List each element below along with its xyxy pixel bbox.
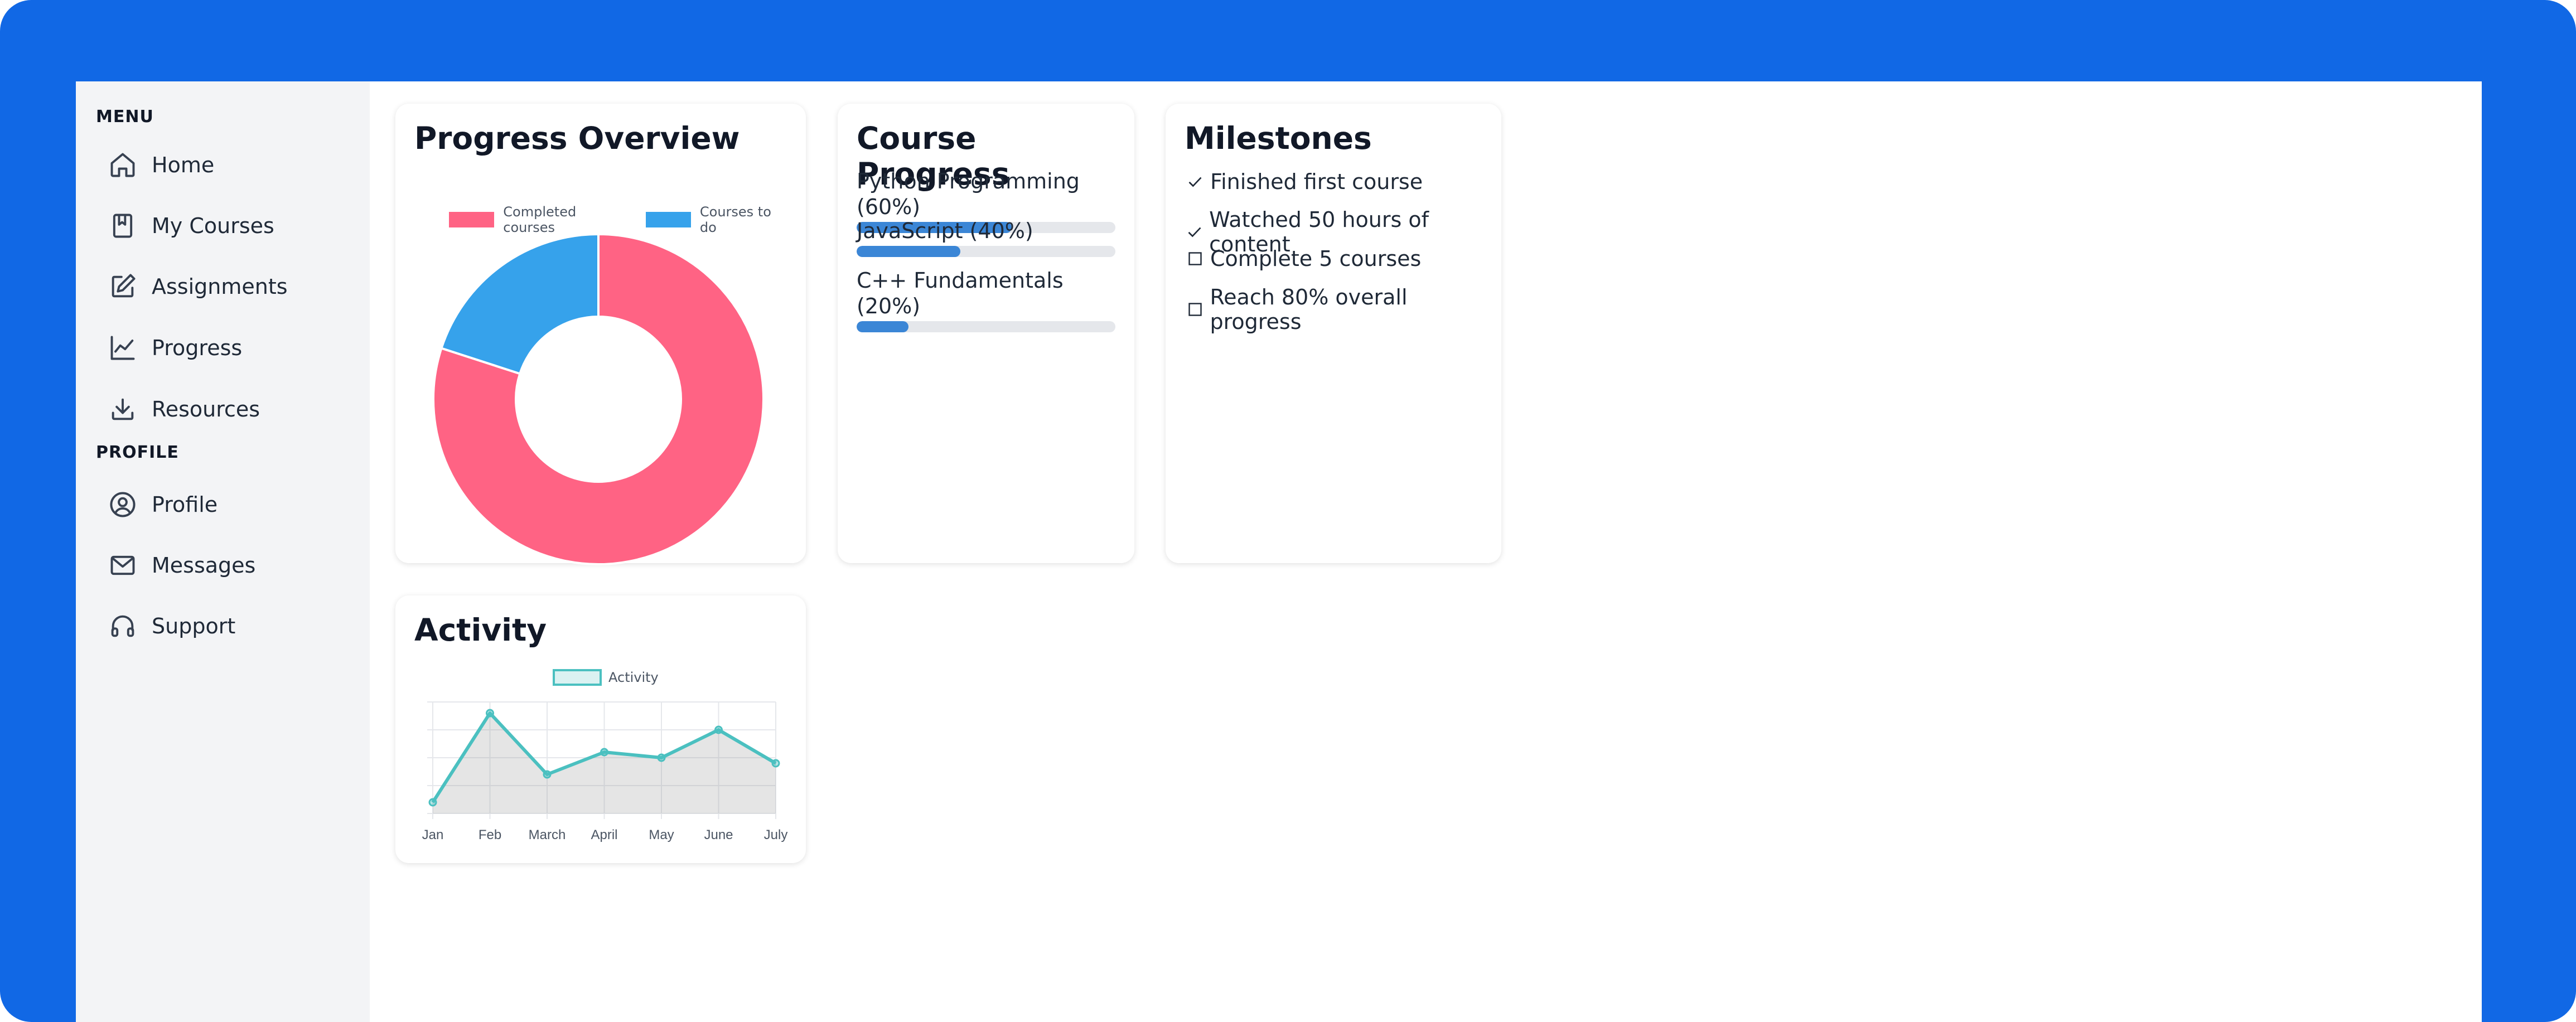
- x-tick-label: Feb: [479, 827, 501, 842]
- app-frame: MENU Home My Courses Assignments Progres…: [0, 0, 2576, 1022]
- x-tick-label: July: [764, 827, 788, 842]
- activity-card: Activity Activity Jan Feb March April May Jun…: [395, 595, 806, 863]
- sidebar-item-resources[interactable]: Resources: [108, 387, 354, 432]
- app-window: MENU Home My Courses Assignments Progres…: [76, 81, 2482, 1022]
- sidebar-item-label: Home: [152, 153, 215, 177]
- sidebar-item-progress[interactable]: Progress: [108, 326, 354, 370]
- course-row-javascript: JavaScript (40%): [857, 218, 1115, 257]
- activity-point[interactable]: [657, 753, 666, 762]
- sidebar: MENU Home My Courses Assignments Progres…: [76, 81, 370, 1022]
- progress-bar: [857, 321, 1115, 332]
- course-row-cpp: C++ Fundamentals (20%): [857, 268, 1115, 332]
- activity-point[interactable]: [771, 759, 780, 768]
- sidebar-item-home[interactable]: Home: [108, 143, 354, 187]
- activity-legend: Activity: [553, 669, 673, 686]
- milestone-text: Reach 80% overall progress: [1210, 285, 1408, 334]
- milestones-title: Milestones: [1185, 120, 1372, 156]
- check-icon: [1185, 171, 1206, 192]
- sidebar-item-label: Resources: [152, 397, 260, 422]
- sidebar-item-profile[interactable]: Profile: [108, 482, 354, 527]
- sidebar-item-label: Profile: [152, 492, 218, 517]
- milestone-item: Finished first course: [1185, 169, 1423, 194]
- activity-point[interactable]: [486, 709, 494, 718]
- book-icon: [108, 211, 137, 240]
- activity-point[interactable]: [714, 725, 723, 734]
- home-icon: [108, 151, 137, 180]
- legend-label-todo: Courses to do: [699, 204, 771, 235]
- x-tick-label: March: [529, 827, 566, 842]
- milestones-card: Milestones Finished first course Watched…: [1166, 104, 1501, 563]
- x-tick-label: May: [649, 827, 674, 842]
- legend-swatch-todo: [645, 212, 691, 227]
- headphones-icon: [108, 612, 137, 641]
- sidebar-item-label: Messages: [152, 553, 256, 578]
- sidebar-item-label: My Courses: [152, 214, 274, 238]
- milestone-text: Complete 5 courses: [1210, 246, 1422, 271]
- course-progress-card: Course Progress Python Programming (60%)…: [838, 104, 1134, 563]
- legend-swatch-completed: [449, 212, 495, 227]
- doughnut-chart: [432, 233, 765, 565]
- course-label: C++ Fundamentals (20%): [857, 268, 1064, 318]
- x-tick-label: June: [704, 827, 733, 842]
- progress-bar-fill: [857, 321, 908, 332]
- x-tick-label: Jan: [422, 827, 444, 842]
- legend-swatch-activity: [553, 669, 602, 686]
- course-label: Python Programming (60%): [857, 169, 1080, 219]
- check-icon: [1185, 221, 1205, 243]
- activity-point[interactable]: [428, 798, 437, 807]
- sidebar-item-label: Progress: [152, 336, 243, 360]
- mail-icon: [108, 551, 137, 580]
- milestone-text: Finished first course: [1210, 169, 1423, 194]
- progress-bar: [857, 246, 1115, 257]
- milestone-item: Complete 5 courses: [1185, 246, 1421, 271]
- sidebar-item-label: Assignments: [152, 274, 288, 299]
- milestone-item: Reach 80% overall progress: [1185, 285, 1501, 334]
- sidebar-item-my-courses[interactable]: My Courses: [108, 204, 354, 248]
- legend-label-activity: Activity: [608, 670, 659, 685]
- profile-section-label: PROFILE: [96, 443, 179, 462]
- activity-line-chart: Jan Feb March April May June July: [422, 701, 788, 842]
- progress-overview-title: Progress Overview: [414, 120, 740, 156]
- progress-bar-fill: [857, 246, 960, 257]
- checkbox-empty-icon: [1185, 299, 1205, 320]
- progress-overview-card: Progress Overview Completed courses Cour…: [395, 104, 806, 565]
- doughnut-slice-todo[interactable]: [439, 233, 600, 375]
- doughnut-legend: Completed courses Courses to do: [449, 204, 806, 235]
- sidebar-item-label: Support: [152, 614, 236, 638]
- activity-point[interactable]: [600, 748, 608, 757]
- user-circle-icon: [108, 490, 137, 519]
- checkbox-empty-icon: [1185, 248, 1206, 269]
- chart-line-icon: [108, 333, 137, 362]
- sidebar-item-assignments[interactable]: Assignments: [108, 264, 354, 309]
- activity-title: Activity: [414, 612, 547, 648]
- x-tick-label: April: [591, 827, 617, 842]
- sidebar-item-support[interactable]: Support: [108, 604, 354, 648]
- download-icon: [108, 395, 137, 424]
- sidebar-item-messages[interactable]: Messages: [108, 543, 354, 588]
- edit-icon: [108, 272, 137, 301]
- menu-section-label: MENU: [96, 107, 154, 127]
- legend-label-completed: Completed courses: [503, 204, 577, 235]
- activity-point[interactable]: [543, 770, 552, 779]
- course-label: JavaScript (40%): [857, 219, 1033, 243]
